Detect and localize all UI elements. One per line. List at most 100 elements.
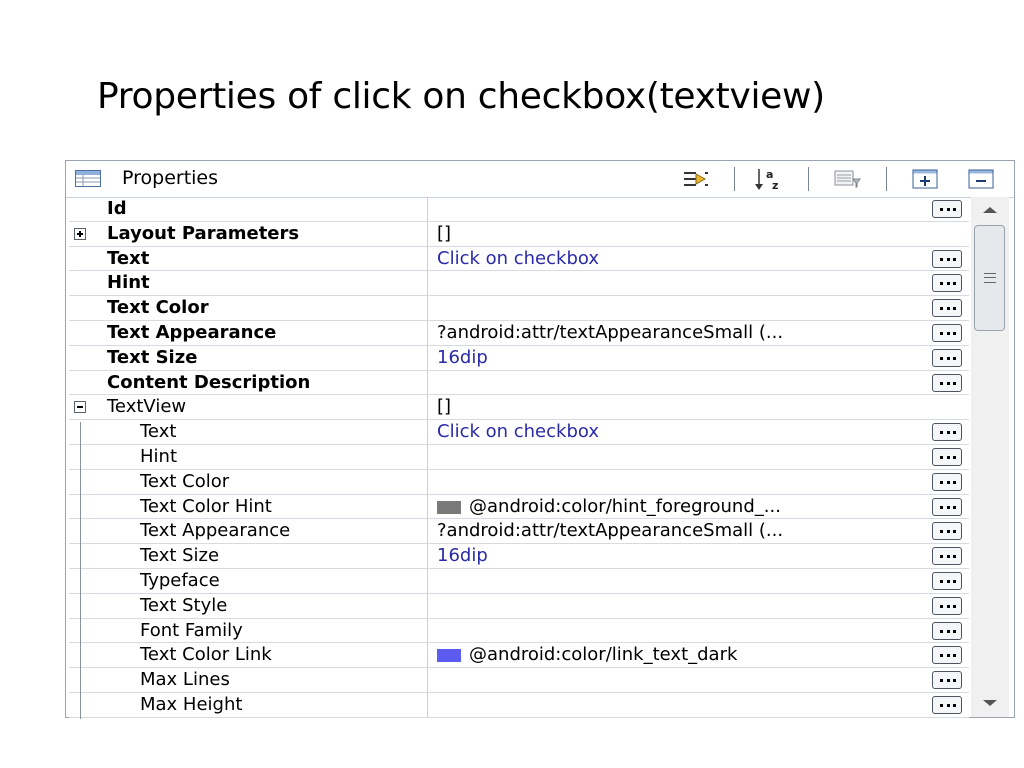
property-row[interactable]: Text Color <box>69 296 969 321</box>
property-row[interactable]: Text Color Link @android:color/link_text_… <box>69 643 969 669</box>
ellipsis-icon <box>940 530 956 536</box>
property-value-cell[interactable] <box>428 619 969 643</box>
property-value-cell[interactable]: Click on checkbox <box>428 420 969 444</box>
property-value-cell[interactable] <box>428 470 969 494</box>
property-name: Hint <box>107 272 150 294</box>
property-value-cell[interactable] <box>428 197 969 221</box>
property-value-cell[interactable]: ?android:attr/textAppearanceSmall (... <box>428 519 969 543</box>
property-row[interactable]: Text Click on checkbox <box>69 246 969 272</box>
edit-value-button[interactable] <box>932 522 962 541</box>
scroll-down-arrow-icon[interactable] <box>983 700 997 706</box>
property-name: Max Lines <box>140 669 230 691</box>
property-row[interactable]: Max Lines <box>69 668 969 693</box>
property-row[interactable]: Text Size 16dip <box>69 544 969 569</box>
property-row[interactable]: Hint <box>69 271 969 297</box>
property-row[interactable]: Content Description <box>69 370 969 396</box>
property-value-cell[interactable]: [] <box>428 395 969 419</box>
property-value: ?android:attr/textAppearanceSmall (... <box>437 520 784 542</box>
property-value-cell[interactable]: ?android:attr/textAppearanceSmall (... <box>428 321 969 345</box>
edit-value-button[interactable] <box>932 572 962 590</box>
scroll-up-arrow-icon[interactable] <box>983 207 997 213</box>
edit-value-button[interactable] <box>932 696 962 714</box>
edit-value-button[interactable] <box>932 547 962 566</box>
edit-value-button[interactable] <box>932 348 962 367</box>
property-value-cell[interactable] <box>428 445 969 469</box>
edit-value-button[interactable] <box>932 621 962 640</box>
vertical-scrollbar[interactable] <box>971 197 1009 717</box>
ellipsis-icon <box>940 282 956 288</box>
scroll-thumb[interactable] <box>974 225 1005 331</box>
edit-value-button[interactable] <box>932 497 962 516</box>
property-name: Text Style <box>140 594 228 616</box>
property-value: 16dip <box>437 346 488 368</box>
expand-all-icon[interactable] <box>911 166 941 192</box>
property-name-cell: Hint <box>69 445 428 469</box>
property-value-cell[interactable] <box>428 569 969 593</box>
property-grid: Id Layout Parameters [] Text Click on checkb… <box>69 197 969 718</box>
property-name-cell: Font Family <box>69 618 428 643</box>
property-name-cell: Max Lines <box>69 668 428 692</box>
edit-value-button[interactable] <box>932 423 962 442</box>
property-value-cell[interactable]: @android:color/link_text_dark <box>428 643 969 667</box>
ellipsis-icon <box>940 480 956 487</box>
grip-icon <box>984 273 996 283</box>
property-name-cell: TextView <box>69 395 428 420</box>
property-value: Click on checkbox <box>437 421 599 443</box>
property-row[interactable]: Font Family <box>69 618 969 644</box>
edit-value-button[interactable] <box>932 646 962 665</box>
property-row[interactable]: Typeface <box>69 569 969 594</box>
property-value-cell[interactable] <box>428 371 969 395</box>
property-name: Text Size <box>140 545 220 567</box>
property-value-cell[interactable] <box>428 296 969 320</box>
property-row[interactable]: Layout Parameters [] <box>69 221 969 247</box>
property-value-cell[interactable]: @android:color/hint_foreground_... <box>428 495 969 519</box>
property-value-cell[interactable]: Click on checkbox <box>428 247 969 271</box>
property-row[interactable]: Max Height <box>69 693 969 718</box>
edit-value-button[interactable] <box>932 448 962 466</box>
property-name-cell: Text Size <box>69 544 428 568</box>
edit-value-button[interactable] <box>932 671 962 690</box>
property-value-cell[interactable]: 16dip <box>428 346 969 370</box>
ellipsis-icon <box>940 381 956 388</box>
property-value-cell[interactable]: [] <box>428 222 969 246</box>
property-name-cell: Max Height <box>69 693 428 717</box>
property-row[interactable]: Text Appearance ?android:attr/textAppeara… <box>69 321 969 346</box>
property-row[interactable]: Id <box>69 197 969 222</box>
property-value-cell[interactable] <box>428 668 969 692</box>
ellipsis-icon <box>940 431 956 437</box>
edit-value-button[interactable] <box>932 373 962 392</box>
property-value: @android:color/link_text_dark <box>469 644 738 666</box>
property-value-cell[interactable]: 16dip <box>428 544 969 568</box>
ellipsis-icon <box>940 257 956 264</box>
property-row[interactable]: Hint <box>69 445 969 470</box>
property-row[interactable]: Text Color Hint @android:color/hint_foreg… <box>69 494 969 520</box>
property-row[interactable]: Text Size 16dip <box>69 345 969 371</box>
property-row[interactable]: Text Style <box>69 593 969 619</box>
property-value-cell[interactable] <box>428 271 969 295</box>
property-row[interactable]: Text Click on checkbox <box>69 420 969 445</box>
edit-value-button[interactable] <box>932 249 962 268</box>
edit-value-button[interactable] <box>932 596 962 615</box>
property-value: [] <box>437 396 452 418</box>
edit-value-button[interactable] <box>932 200 962 218</box>
property-value-cell[interactable] <box>428 594 969 618</box>
collapse-all-icon[interactable] <box>967 166 997 192</box>
property-name-cell: Text Size <box>69 345 428 370</box>
edit-value-button[interactable] <box>932 299 962 318</box>
show-advanced-icon[interactable] <box>681 166 711 192</box>
color-swatch <box>437 649 461 663</box>
ellipsis-icon <box>940 629 956 636</box>
edit-value-button[interactable] <box>932 274 962 293</box>
edit-value-button[interactable] <box>932 324 962 342</box>
property-name: Hint <box>140 446 178 467</box>
sort-alpha-icon[interactable]: a z <box>754 166 784 192</box>
edit-value-button[interactable] <box>932 472 962 491</box>
property-row[interactable]: Text Color <box>69 469 969 495</box>
property-row[interactable]: TextView [] <box>69 395 969 421</box>
toolbar-separator <box>886 167 887 191</box>
property-value-cell[interactable] <box>428 693 969 717</box>
property-row[interactable]: Text Appearance ?android:attr/textAppeara… <box>69 519 969 545</box>
filter-icon[interactable] <box>832 166 862 192</box>
expand-plus-icon[interactable] <box>74 227 86 240</box>
collapse-minus-icon[interactable] <box>74 401 86 414</box>
